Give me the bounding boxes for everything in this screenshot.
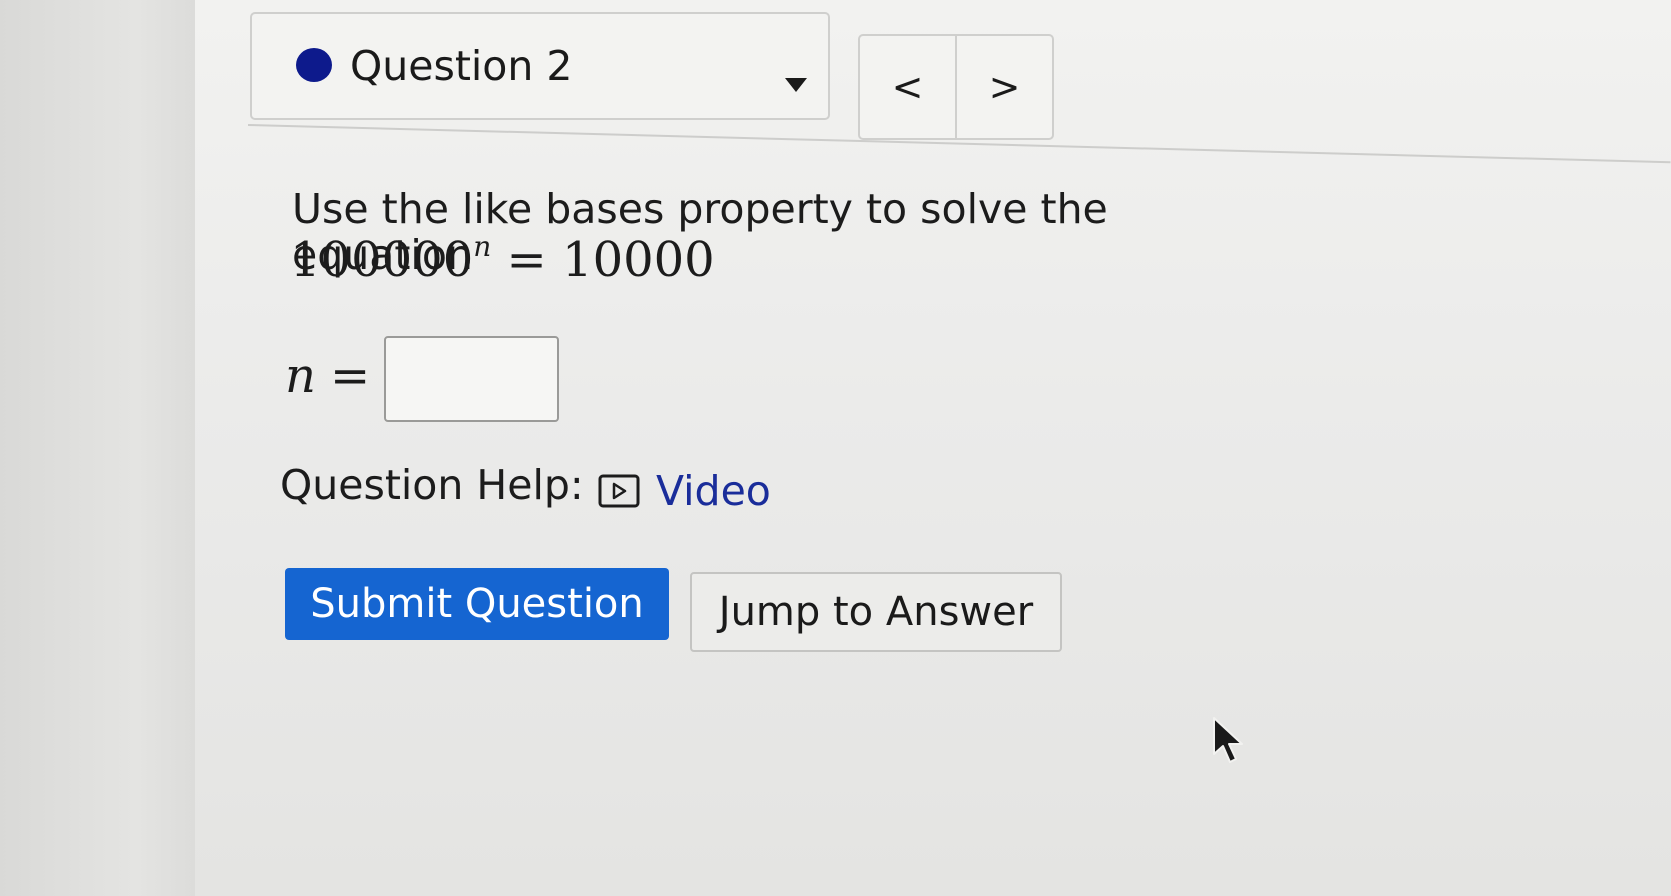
question-status-dot xyxy=(296,48,332,82)
video-link-label: Video xyxy=(656,467,771,515)
equation-rhs: = 10000 xyxy=(506,232,715,288)
next-question-button[interactable]: > xyxy=(955,36,1052,138)
mouse-cursor-icon xyxy=(1213,717,1243,763)
play-box-icon xyxy=(598,474,640,508)
answer-variable: n xyxy=(285,348,316,404)
question-selector-label: Question 2 xyxy=(350,42,573,90)
equation: 100000n = 10000 xyxy=(290,232,715,288)
previous-question-button[interactable]: < xyxy=(860,36,955,138)
question-selector[interactable]: Question 2 xyxy=(250,12,830,120)
question-help-label: Question Help: xyxy=(280,461,584,509)
answer-input[interactable] xyxy=(384,336,559,422)
left-gutter xyxy=(0,0,195,896)
jump-to-answer-button[interactable]: Jump to Answer xyxy=(690,572,1062,652)
video-help-link[interactable]: Video xyxy=(598,468,771,514)
equation-exponent: n xyxy=(473,230,492,263)
dropdown-caret-icon xyxy=(785,78,807,92)
question-nav: < > xyxy=(858,34,1054,140)
equation-base: 100000 xyxy=(290,232,474,288)
answer-equals-sign: = xyxy=(330,348,371,404)
submit-question-button[interactable]: Submit Question xyxy=(285,568,669,640)
